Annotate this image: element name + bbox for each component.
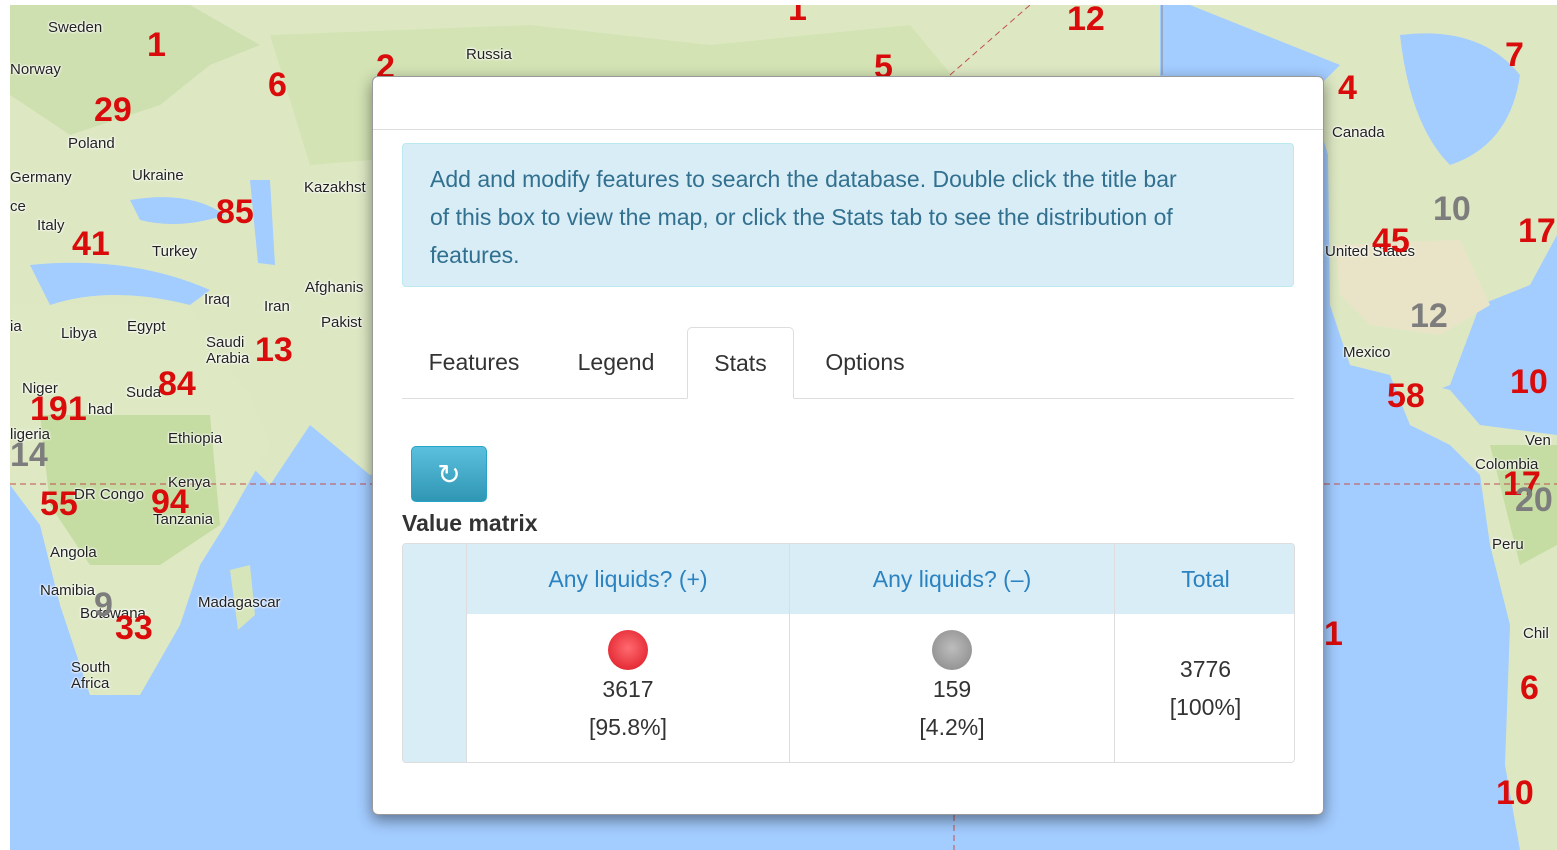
tab-legend[interactable]: Legend — [552, 327, 680, 398]
country-label: Peru — [1492, 536, 1524, 553]
count-marker[interactable]: 17 — [1518, 214, 1556, 248]
count-marker[interactable]: 6 — [268, 68, 287, 102]
cell-count: 3617 — [602, 676, 654, 702]
count-marker[interactable]: 84 — [158, 367, 196, 401]
info-alert: Add and modify features to search the da… — [402, 143, 1294, 287]
cell-percent: [100%] — [1169, 694, 1242, 720]
count-marker[interactable]: 191 — [30, 392, 87, 426]
country-label: Egypt — [127, 318, 166, 335]
country-label: Kazakhst — [304, 179, 366, 196]
count-marker[interactable]: 29 — [94, 93, 132, 127]
count-marker[interactable]: 7 — [1505, 38, 1524, 72]
country-label: Canada — [1332, 124, 1385, 141]
red-marker-icon — [608, 630, 648, 670]
cell-count: 159 — [932, 676, 972, 702]
total-column: Total 3776 [100%] — [1115, 544, 1294, 762]
cell-percent: [95.8%] — [589, 714, 667, 740]
country-label: Libya — [61, 325, 97, 342]
count-marker[interactable]: 55 — [40, 487, 78, 521]
positive-column: Any liquids? (+) 3617 [95.8%] — [467, 544, 790, 762]
negative-column: Any liquids? (–) 159 [4.2%] — [790, 544, 1115, 762]
country-label: had — [88, 401, 114, 418]
refresh-button[interactable]: ↻ — [411, 446, 487, 502]
count-marker[interactable]: 12 — [1067, 5, 1105, 36]
country-label: Afghanis — [305, 279, 364, 296]
count-marker[interactable]: 9 — [94, 588, 113, 622]
country-label: Norway — [10, 61, 61, 78]
count-marker[interactable]: 41 — [72, 227, 110, 261]
country-label: Namibia — [40, 582, 96, 599]
count-marker[interactable]: 1 — [788, 5, 807, 26]
count-marker[interactable]: 6 — [1520, 671, 1539, 705]
count-marker[interactable]: 13 — [255, 333, 293, 367]
count-marker[interactable]: 58 — [1387, 379, 1425, 413]
country-label: Ethiopia — [168, 430, 223, 447]
modal-title-bar[interactable] — [373, 77, 1323, 130]
country-label: Russia — [466, 46, 512, 63]
country-label: Angola — [50, 544, 97, 561]
modal-tabs: Features Legend Stats Options — [402, 327, 1294, 399]
country-label: Ven — [1525, 432, 1551, 449]
count-marker[interactable]: 33 — [115, 611, 153, 645]
tab-options[interactable]: Options — [800, 327, 930, 398]
grey-marker-icon — [932, 630, 972, 670]
country-label: Suda — [126, 384, 162, 401]
country-label: Saudi Arabia — [206, 334, 250, 367]
cell-count: 3776 — [1179, 656, 1232, 682]
count-marker[interactable]: 1 — [147, 28, 166, 62]
country-label: Ukraine — [132, 167, 184, 184]
count-marker[interactable]: 45 — [1372, 224, 1410, 258]
country-label: South Africa — [71, 659, 111, 692]
count-marker[interactable]: 10 — [1510, 365, 1548, 399]
count-marker[interactable]: 94 — [151, 485, 189, 519]
count-marker[interactable]: 10 — [1433, 192, 1471, 226]
tab-features[interactable]: Features — [402, 327, 546, 398]
country-label: Iraq — [204, 291, 230, 308]
country-label: Sweden — [48, 19, 103, 36]
country-label: Mexico — [1343, 344, 1391, 361]
count-marker[interactable]: 10 — [1496, 776, 1534, 810]
country-label: DR Congo — [74, 486, 145, 503]
count-marker[interactable]: 20 — [1515, 483, 1553, 517]
country-label: Poland — [68, 135, 115, 152]
column-header: Any liquids? (+) — [467, 544, 789, 615]
value-matrix-title: Value matrix — [402, 510, 538, 536]
country-label: ce — [10, 198, 26, 215]
country-label: Pakist — [321, 314, 362, 331]
count-marker[interactable]: 12 — [1410, 299, 1448, 333]
count-marker[interactable]: 4 — [1338, 71, 1357, 105]
feature-modal: Add and modify features to search the da… — [372, 76, 1324, 815]
refresh-icon: ↻ — [437, 458, 461, 490]
value-matrix-table: Any liquids? (+) 3617 [95.8%] Any liquid… — [402, 543, 1295, 763]
count-marker[interactable]: 85 — [216, 195, 254, 229]
count-marker[interactable]: 14 — [10, 438, 48, 472]
column-header: Any liquids? (–) — [790, 544, 1114, 615]
column-header: Total — [1115, 544, 1294, 615]
count-marker[interactable]: 1 — [1324, 617, 1343, 651]
country-label: Madagascar — [198, 594, 281, 611]
row-header-column — [403, 544, 467, 762]
country-label: Germany — [10, 169, 72, 186]
country-label: Chil — [1523, 625, 1549, 642]
country-label: Iran — [264, 298, 290, 315]
tab-stats[interactable]: Stats — [687, 327, 794, 399]
country-label: Italy — [37, 217, 65, 234]
cell-percent: [4.2%] — [919, 714, 985, 740]
country-label: Turkey — [152, 243, 198, 260]
country-label: ia — [10, 318, 22, 335]
